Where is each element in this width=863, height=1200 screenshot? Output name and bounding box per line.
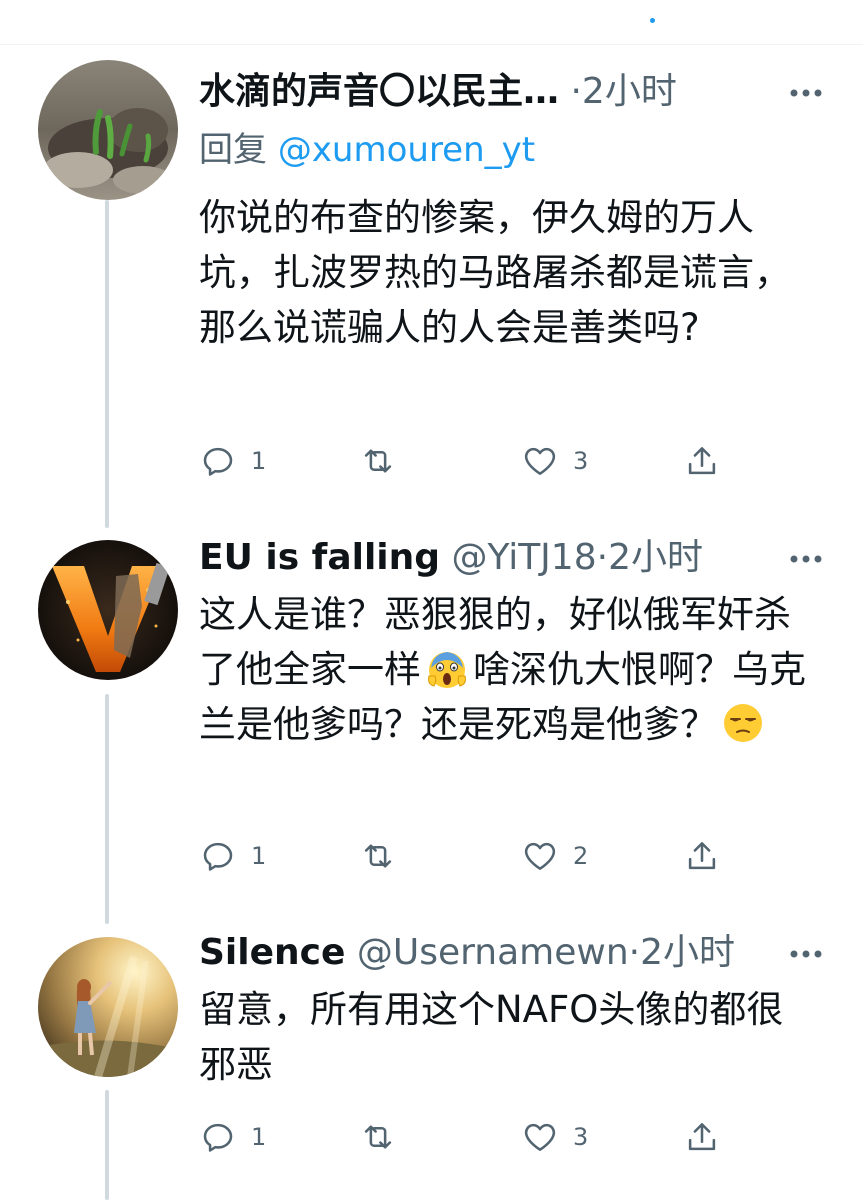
action-bar: 1 2 — [199, 831, 759, 881]
retweet-button[interactable] — [359, 831, 411, 881]
tweet-item[interactable]: EU is falling @YiTJ18·2小时 这人是谁？恶狠狠的，好似俄军… — [0, 520, 863, 920]
retweet-button[interactable] — [359, 1112, 411, 1162]
reply-button[interactable]: 1 — [199, 436, 266, 486]
share-button[interactable] — [683, 1112, 721, 1162]
action-bar: 1 3 — [199, 436, 759, 486]
replying-to: 回复 @xumouren_yt — [199, 127, 535, 173]
more-icon[interactable] — [788, 87, 824, 99]
user-handle[interactable]: @YiTJ18 — [451, 537, 596, 578]
avatar-image-fire-v — [38, 540, 178, 680]
heart-icon — [524, 842, 556, 870]
like-button[interactable]: 3 — [521, 436, 588, 486]
display-name[interactable]: EU is falling — [199, 537, 440, 578]
scream-emoji-icon — [425, 646, 469, 690]
more-icon[interactable] — [788, 948, 824, 960]
like-button[interactable]: 2 — [521, 831, 588, 881]
share-icon — [688, 447, 716, 475]
share-button[interactable] — [683, 831, 721, 881]
retweet-icon — [364, 449, 392, 473]
reply-button[interactable]: 1 — [199, 831, 266, 881]
like-button[interactable]: 3 — [521, 1112, 588, 1162]
display-name[interactable]: 水滴的声音〇以民主… — [199, 71, 559, 112]
reply-count: 1 — [251, 1123, 267, 1151]
reply-count: 1 — [251, 447, 267, 475]
reply-handle-link[interactable]: @xumouren_yt — [278, 130, 535, 170]
reply-prefix: 回复 — [199, 130, 267, 170]
timestamp[interactable]: 2小时 — [582, 71, 677, 112]
retweet-button[interactable] — [359, 436, 411, 486]
avatar[interactable] — [38, 60, 178, 200]
share-button[interactable] — [683, 436, 721, 486]
tweet-text: 这人是谁？恶狠狠的，好似俄军奸杀了他全家一样 啥深仇大恨啊？乌克兰是他爹吗？还是死… — [199, 587, 827, 752]
tweet-item[interactable]: Silence @Usernamewn·2小时 留意，所有用这个NAFO头像的都… — [0, 920, 863, 1200]
action-bar: 1 3 — [199, 1112, 759, 1162]
tweet-text: 留意，所有用这个NAFO头像的都很邪恶 — [199, 988, 784, 1086]
reply-count: 1 — [251, 842, 267, 870]
like-count: 3 — [573, 1123, 589, 1151]
tweet-text: 你说的布查的惨案，伊久姆的万人坑，扎波罗热的马路屠杀都是谎言，那么说谎骗人的人会… — [199, 196, 791, 349]
tweet-item[interactable]: 水滴的声音〇以民主… ·2小时 回复 @xumouren_yt 你说的布查的惨案… — [0, 0, 863, 520]
retweet-icon — [364, 1125, 392, 1149]
display-name[interactable]: Silence — [199, 932, 345, 973]
heart-icon — [524, 447, 556, 475]
avatar[interactable] — [38, 540, 178, 680]
timestamp[interactable]: 2小时 — [608, 537, 703, 578]
timestamp[interactable]: 2小时 — [640, 932, 735, 973]
like-count: 2 — [573, 842, 589, 870]
separator-dot: · — [628, 932, 641, 973]
separator-dot: · — [596, 537, 609, 578]
user-handle[interactable]: @Usernamewn — [357, 932, 629, 973]
tweet-header: 水滴的声音〇以民主… ·2小时 — [199, 66, 677, 118]
reply-icon — [203, 447, 233, 476]
tweet-header: EU is falling @YiTJ18·2小时 — [199, 532, 703, 584]
avatar[interactable] — [38, 937, 178, 1077]
more-icon[interactable] — [788, 553, 824, 565]
avatar-image-sprouts — [38, 60, 178, 200]
retweet-icon — [364, 844, 392, 868]
heart-icon — [524, 1123, 556, 1151]
reply-icon — [203, 1123, 233, 1152]
share-icon — [688, 842, 716, 870]
share-icon — [688, 1123, 716, 1151]
separator-dot: · — [570, 71, 582, 112]
avatar-image-sunlit-girl — [38, 937, 178, 1077]
like-count: 3 — [573, 447, 589, 475]
tweet-header: Silence @Usernamewn·2小时 — [199, 927, 735, 979]
unamused-emoji-icon — [721, 701, 765, 745]
reply-button[interactable]: 1 — [199, 1112, 266, 1162]
reply-icon — [203, 842, 233, 871]
